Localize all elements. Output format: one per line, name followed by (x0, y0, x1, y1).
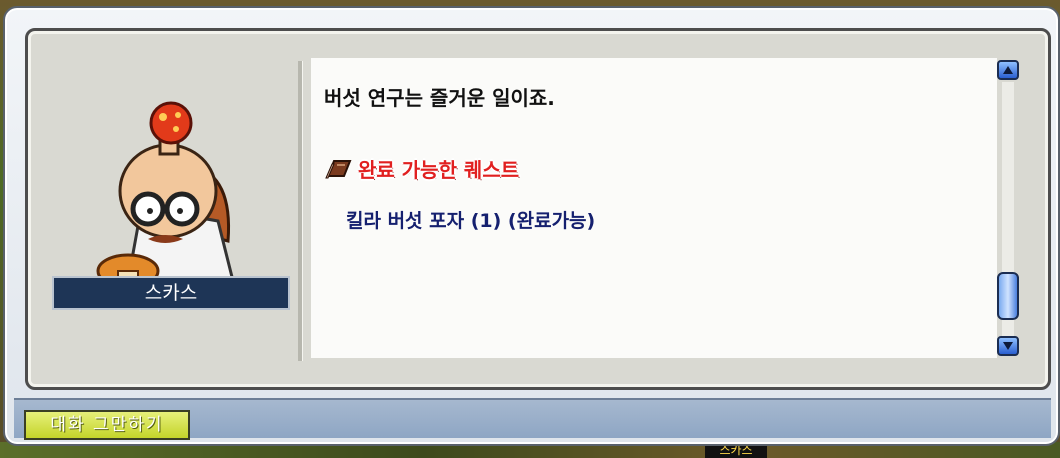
quest-list-item[interactable]: 킬라 버섯 포자 (1) (완료가능) (346, 206, 595, 233)
npc-portrait (96, 101, 235, 281)
npc-dialog-window: 스카스 버섯 연구는 즐거운 일이죠. 완료 가능한 퀘스트 킬라 버섯 포자 … (3, 6, 1060, 446)
dialog-text-panel: 버섯 연구는 즐거운 일이죠. 완료 가능한 퀘스트 킬라 버섯 포자 (1) … (311, 58, 997, 358)
npc-name-plate: 스카스 (52, 276, 290, 310)
scroll-down-button[interactable] (997, 336, 1019, 356)
quest-section-heading: 완료 가능한 퀘스트 (324, 154, 519, 183)
quest-section-title: 완료 가능한 퀘스트 (358, 158, 520, 182)
arrow-up-icon (1003, 66, 1013, 74)
book-icon (325, 159, 352, 178)
dialog-greeting: 버섯 연구는 즐거운 일이죠. (324, 86, 555, 110)
arrow-down-icon (1003, 342, 1013, 350)
panel-divider (298, 61, 303, 361)
dialog-bottom-bar: 대화 그만하기 (14, 398, 1051, 440)
dialog-inner-panel: 스카스 버섯 연구는 즐거운 일이죠. 완료 가능한 퀘스트 킬라 버섯 포자 … (25, 28, 1051, 390)
dialog-scrollbar[interactable] (997, 58, 1021, 358)
scroll-up-button[interactable] (997, 60, 1019, 80)
scroll-thumb[interactable] (997, 271, 1019, 320)
end-chat-button[interactable]: 대화 그만하기 (24, 410, 190, 440)
